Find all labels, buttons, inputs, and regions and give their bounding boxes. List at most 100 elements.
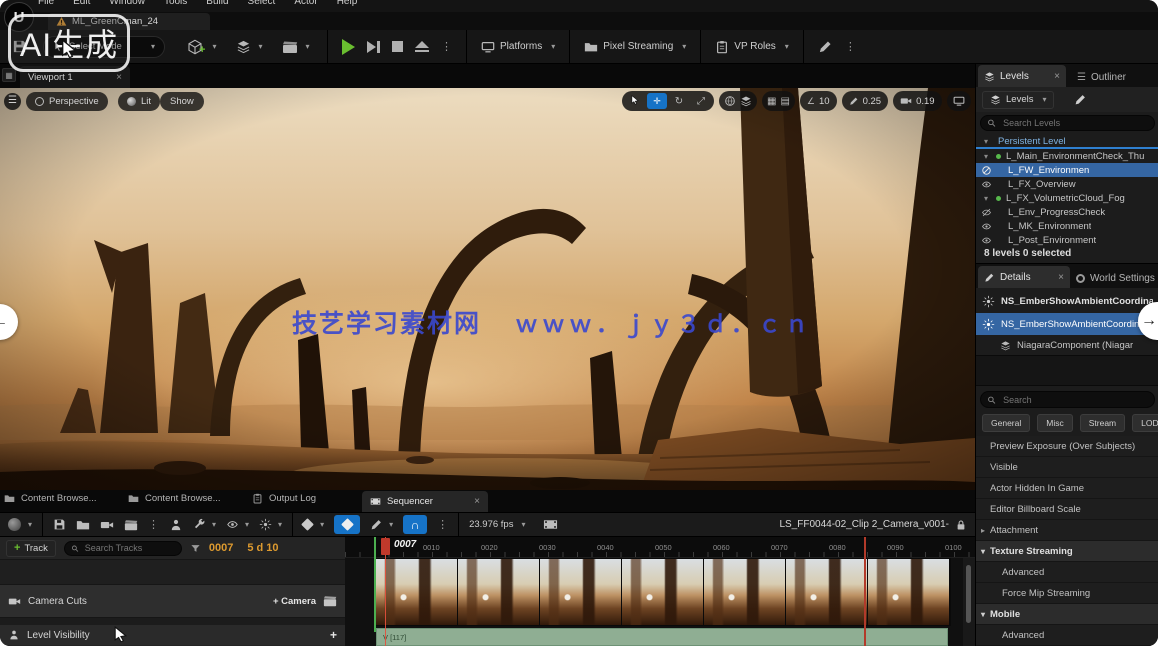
seq-kebab-2[interactable]: ⋮ — [437, 518, 448, 531]
seq-save-icon[interactable] — [53, 518, 66, 531]
current-frame[interactable]: 0007 — [209, 542, 233, 554]
playhead-handle[interactable] — [381, 538, 390, 555]
menu-edit[interactable]: Edit — [73, 0, 90, 7]
add-visibility-button[interactable]: + — [330, 628, 337, 642]
camera-speed-button[interactable]: 0.19 — [893, 91, 942, 111]
seq-find-asset-icon[interactable] — [76, 518, 90, 532]
play-options-kebab[interactable]: ⋮ — [441, 40, 452, 53]
menu-help[interactable]: Help — [337, 0, 358, 7]
seq-render-movie-icon[interactable] — [124, 518, 138, 532]
stop-button[interactable] — [392, 41, 403, 52]
eye-icon[interactable] — [981, 179, 992, 190]
level-row[interactable]: L_FX_Overview — [976, 177, 1158, 191]
expander-right-icon[interactable]: ▸ — [981, 526, 985, 535]
prop-row[interactable]: Advanced — [976, 625, 1158, 646]
tab-content-browser-1[interactable]: Content Browse... — [4, 493, 116, 504]
prop-row[interactable]: Advanced — [976, 562, 1158, 583]
component-row[interactable]: NS_EmberShowAmbientCoordinate — [976, 290, 1158, 312]
cinematics-dropdown[interactable]: ▾ — [282, 39, 309, 55]
track-camera-cuts[interactable]: Camera Cuts + Camera — [0, 585, 345, 618]
camera-lock-icon[interactable] — [323, 594, 337, 608]
seq-actions-icon[interactable] — [169, 518, 183, 532]
prop-category[interactable]: ▾ Texture Streaming — [976, 541, 1158, 562]
menu-actor[interactable]: Actor — [294, 0, 317, 7]
menu-tools[interactable]: Tools — [164, 0, 187, 7]
move-tool-icon[interactable]: ✛ — [647, 93, 667, 109]
viewport-tab-close-icon[interactable]: × — [116, 72, 122, 83]
details-tab-close-icon[interactable]: × — [1058, 272, 1064, 283]
prop-row[interactable]: Visible — [976, 457, 1158, 478]
add-camera-button[interactable]: + Camera — [273, 596, 316, 607]
timeline-scrollbar[interactable] — [966, 565, 971, 623]
play-button[interactable] — [342, 39, 355, 55]
levels-search[interactable] — [980, 115, 1155, 131]
no-entry-icon[interactable] — [981, 165, 992, 176]
level-row[interactable]: ▾ L_Main_EnvironmentCheck_Thu — [976, 149, 1158, 163]
lock-icon[interactable] — [955, 519, 967, 531]
surface-snap-icon[interactable] — [740, 95, 752, 107]
show-dropdown[interactable]: Show — [160, 92, 204, 111]
pixel-streaming-dropdown[interactable]: Pixel Streaming ▾ — [584, 40, 686, 54]
expander-icon[interactable]: ▾ — [984, 152, 988, 161]
world-space-icon[interactable] — [724, 95, 736, 107]
tab-sequencer[interactable]: Sequencer × — [362, 491, 488, 512]
prop-row[interactable]: Actor Hidden In Game — [976, 478, 1158, 499]
edit-level-icon[interactable] — [1074, 93, 1087, 106]
eye-off-icon[interactable] — [981, 207, 992, 218]
sequencer-tab-close-icon[interactable]: × — [474, 496, 480, 507]
prop-row[interactable]: Editor Billboard Scale — [976, 499, 1158, 520]
prop-category[interactable]: ▾ Mobile — [976, 604, 1158, 625]
fps-dropdown[interactable]: 23.976 fps ▾ — [469, 519, 525, 530]
level-row-selected[interactable]: L_FW_Environmen — [976, 163, 1158, 177]
expander-icon[interactable]: ▾ — [984, 194, 988, 203]
level-row[interactable]: ▾ Persistent Level — [976, 135, 1158, 149]
add-track-button[interactable]: + Track — [6, 540, 56, 557]
frame-range[interactable]: 5 d 10 — [247, 542, 278, 554]
menu-build[interactable]: Build — [206, 0, 228, 7]
prop-row[interactable]: Preview Exposure (Over Subjects) — [976, 436, 1158, 457]
tab-output-log[interactable]: Output Log — [252, 493, 346, 504]
track-search-input[interactable] — [83, 542, 175, 554]
timeline-ruler[interactable]: 0010 0020 0030 0040 0050 0060 0070 0080 … — [345, 537, 975, 558]
level-row[interactable]: L_Env_ProgressCheck — [976, 205, 1158, 219]
grid-snap-icon[interactable]: ▦ — [767, 96, 776, 107]
sequencer-timeline[interactable]: 0010 0020 0030 0040 0050 0060 0070 0080 … — [345, 537, 975, 646]
chip-lod[interactable]: LOD — [1132, 414, 1158, 432]
edit-mode-dropdown[interactable]: ▾ — [370, 518, 393, 531]
snap-button[interactable]: ∩ — [403, 515, 427, 534]
seq-world-dropdown[interactable]: ▾ — [8, 518, 32, 531]
menu-file[interactable]: File — [38, 0, 54, 7]
menu-select[interactable]: Select — [248, 0, 276, 7]
chip-misc[interactable]: Misc — [1037, 414, 1072, 432]
seq-playback-dropdown[interactable]: ▾ — [259, 518, 282, 531]
add-actor-dropdown[interactable]: + ▾ — [187, 37, 216, 56]
eject-button[interactable] — [415, 41, 429, 53]
seq-kebab-1[interactable]: ⋮ — [148, 518, 159, 531]
curve-editor-icon[interactable] — [543, 517, 558, 532]
select-tool-icon[interactable] — [625, 95, 645, 108]
playback-start-marker[interactable] — [374, 537, 376, 632]
platforms-dropdown[interactable]: Platforms ▾ — [481, 40, 555, 54]
eye-icon[interactable] — [981, 235, 992, 246]
keyframe-options-dropdown[interactable]: ▾ — [303, 520, 324, 529]
details-search-input[interactable] — [1001, 394, 1148, 406]
chip-stream[interactable]: Stream — [1080, 414, 1125, 432]
track-level-visibility[interactable]: Level Visibility + — [0, 625, 345, 645]
paint-tools-icon[interactable] — [818, 39, 833, 54]
track-filter-icon[interactable] — [190, 543, 201, 554]
levels-dropdown[interactable]: Levels ▾ — [982, 91, 1054, 109]
viewport-layout-button[interactable]: ▦ — [2, 68, 16, 82]
expander-down-icon[interactable]: ▾ — [981, 610, 985, 619]
prop-row[interactable]: Force Mip Streaming — [976, 583, 1158, 604]
eye-icon[interactable] — [981, 221, 992, 232]
levels-search-input[interactable] — [1001, 117, 1148, 129]
level-row[interactable]: L_Post_Environment — [976, 233, 1158, 247]
perspective-dropdown[interactable]: Perspective — [26, 92, 108, 111]
seq-camera-icon[interactable] — [100, 518, 114, 532]
frame-skip-button[interactable] — [367, 41, 380, 53]
tab-content-browser-2[interactable]: Content Browse... — [128, 493, 240, 504]
seq-view-dropdown[interactable]: ▾ — [226, 518, 249, 531]
auto-key-button[interactable] — [334, 515, 360, 534]
component-row-child[interactable]: NiagaraComponent (Niagar — [976, 336, 1158, 354]
tab-levels[interactable]: Levels × — [978, 65, 1066, 87]
